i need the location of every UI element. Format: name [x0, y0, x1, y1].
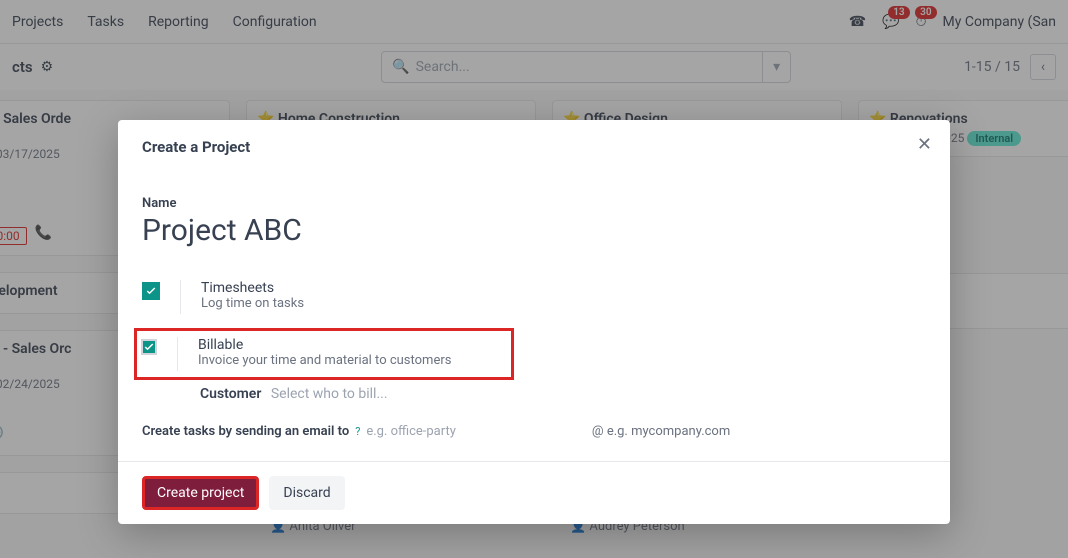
close-icon[interactable]: ✕ — [917, 134, 932, 155]
customer-label: Customer — [200, 386, 261, 402]
check-icon — [145, 285, 157, 297]
modal-overlay: Create a Project ✕ Name Project ABC Time… — [0, 0, 1068, 558]
customer-field[interactable]: Customer Select who to bill... — [142, 380, 926, 408]
option-title: Billable — [198, 337, 451, 353]
email-domain: @ e.g. mycompany.com — [592, 424, 730, 439]
checkbox-timesheets[interactable] — [142, 282, 160, 300]
discard-button[interactable]: Discard — [269, 476, 344, 510]
name-label: Name — [142, 196, 926, 211]
email-label: Create tasks by sending an email to — [142, 424, 349, 439]
checkbox-billable[interactable] — [141, 339, 157, 355]
option-desc: Invoice your time and material to custom… — [198, 353, 451, 368]
customer-placeholder: Select who to bill... — [271, 386, 388, 402]
email-alias-input[interactable]: e.g. office-party — [366, 424, 456, 439]
create-project-modal: Create a Project ✕ Name Project ABC Time… — [118, 120, 950, 524]
create-project-button[interactable]: Create project — [142, 476, 259, 510]
option-timesheets[interactable]: Timesheets Log time on tasks — [142, 272, 926, 322]
option-desc: Log time on tasks — [201, 296, 304, 311]
help-icon[interactable]: ? — [355, 425, 360, 438]
modal-footer: Create project Discard — [118, 461, 950, 524]
project-name-input[interactable]: Project ABC — [142, 213, 926, 248]
option-billable[interactable]: Billable Invoice your time and material … — [141, 335, 503, 373]
modal-title: Create a Project — [142, 138, 926, 156]
highlight-billable: Billable Invoice your time and material … — [134, 328, 514, 380]
email-alias-row: Create tasks by sending an email to ? e.… — [142, 408, 926, 461]
option-title: Timesheets — [201, 280, 304, 296]
check-icon — [143, 341, 155, 353]
